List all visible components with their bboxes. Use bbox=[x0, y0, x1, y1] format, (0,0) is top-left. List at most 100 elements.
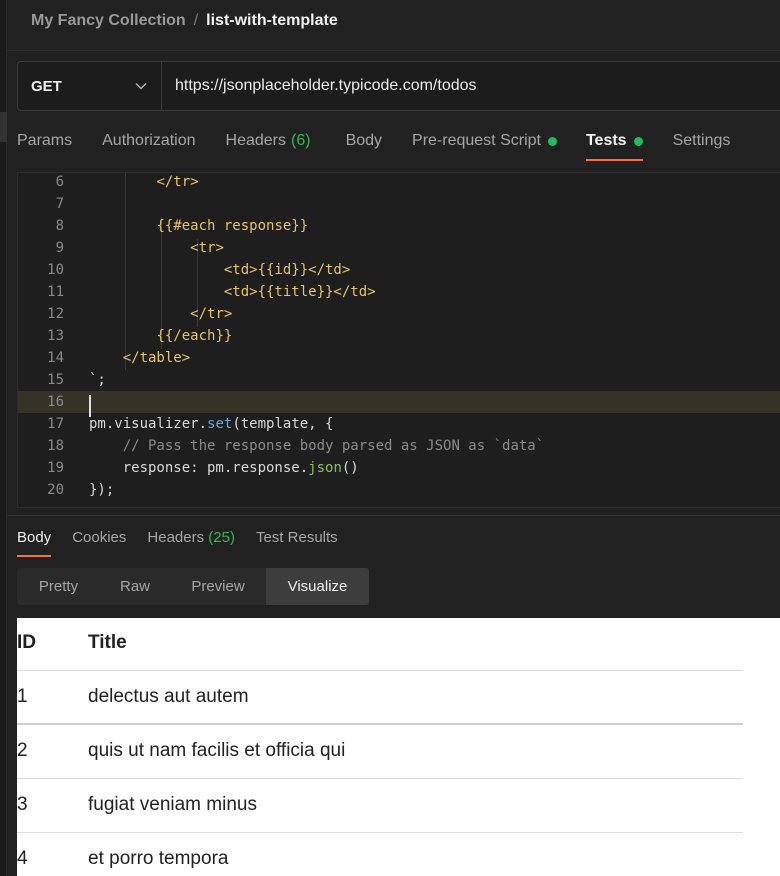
sidebar-edge bbox=[0, 0, 7, 876]
status-dot-icon bbox=[633, 137, 643, 146]
code-line: 9 <tr> bbox=[18, 237, 780, 259]
tab-label: Authorization bbox=[102, 132, 196, 149]
column-header-id: ID bbox=[17, 632, 36, 653]
headers-count: (6) bbox=[291, 132, 311, 149]
tab-tests[interactable]: Tests bbox=[585, 122, 643, 162]
line-number: 16 bbox=[47, 394, 64, 410]
line-number: 14 bbox=[47, 350, 64, 366]
code-line: 17 pm.visualizer.set(template, { bbox=[18, 413, 780, 435]
line-number: 10 bbox=[47, 262, 64, 278]
code-text: <td>{{id}}</td> bbox=[223, 262, 351, 278]
table-row: 2 quis ut nam facilis et officia qui bbox=[17, 725, 743, 779]
tab-label: Params bbox=[17, 132, 73, 149]
line-number: 7 bbox=[55, 196, 64, 212]
response-tab-cookies[interactable]: Cookies bbox=[72, 527, 126, 559]
line-number: 20 bbox=[47, 482, 64, 498]
sidebar-marker bbox=[0, 112, 7, 142]
line-number: 19 bbox=[47, 460, 64, 476]
view-mode-label: Pretty bbox=[38, 578, 79, 595]
tab-authorization[interactable]: Authorization bbox=[102, 122, 195, 162]
visualizer-output: ID Title 1 delectus aut autem 2 quis ut … bbox=[17, 618, 780, 876]
tab-body[interactable]: Body bbox=[346, 122, 382, 162]
response-tabs: Body Cookies Headers (25) Test Results bbox=[17, 527, 359, 559]
line-number: 13 bbox=[47, 328, 64, 344]
tests-code-editor[interactable]: 6 </tr> 7 8 {{#each response}} 9 <tr> 10 <td… bbox=[17, 172, 780, 508]
code-text: }); bbox=[89, 482, 115, 498]
cell-title: quis ut nam facilis et officia qui bbox=[88, 740, 346, 761]
code-line: 12 </tr> bbox=[18, 303, 780, 325]
code-line: 10 <td>{{id}}</td> bbox=[18, 259, 780, 281]
code-text: {{/each}} bbox=[156, 328, 233, 344]
tab-label: Headers bbox=[147, 529, 205, 546]
code-line: 11 <td>{{title}}</td> bbox=[18, 281, 780, 303]
view-mode-visualize[interactable]: Visualize bbox=[266, 568, 369, 605]
code-text: pm.visualizer.set(template, { bbox=[89, 416, 334, 432]
tab-label: Settings bbox=[672, 132, 731, 149]
tab-label: Body bbox=[17, 529, 52, 546]
code-text: // Pass the response body parsed as JSON… bbox=[122, 438, 545, 454]
view-mode-preview[interactable]: Preview bbox=[170, 568, 266, 605]
table-header-row: ID Title bbox=[17, 618, 743, 671]
line-number: 12 bbox=[47, 306, 64, 322]
tab-label: Test Results bbox=[255, 529, 338, 546]
response-tab-headers[interactable]: Headers (25) bbox=[147, 527, 235, 559]
code-line: 18 // Pass the response body parsed as J… bbox=[18, 435, 780, 457]
view-mode-raw[interactable]: Raw bbox=[100, 568, 170, 605]
code-text: </tr> bbox=[156, 174, 199, 190]
method-label: GET bbox=[31, 77, 62, 95]
visualized-table: ID Title 1 delectus aut autem 2 quis ut … bbox=[17, 618, 743, 876]
view-mode-label: Raw bbox=[119, 578, 150, 595]
line-number: 6 bbox=[55, 174, 64, 190]
breadcrumb-request-name[interactable]: list-with-template bbox=[206, 12, 338, 30]
code-text: <td>{{title}}</td> bbox=[223, 284, 376, 300]
table-row: 1 delectus aut autem bbox=[17, 671, 743, 725]
tab-pre-request-script[interactable]: Pre-request Script bbox=[412, 122, 557, 162]
breadcrumb-collection[interactable]: My Fancy Collection bbox=[31, 12, 186, 30]
cell-id: 2 bbox=[17, 740, 28, 761]
tab-label: Tests bbox=[585, 132, 627, 149]
line-number: 8 bbox=[55, 218, 64, 234]
tab-params[interactable]: Params bbox=[17, 122, 72, 162]
tab-label: Headers bbox=[225, 132, 286, 149]
code-line: 16 bbox=[18, 391, 780, 413]
view-mode-label: Preview bbox=[191, 578, 245, 595]
code-line: 13 {{/each}} bbox=[18, 325, 780, 347]
line-number: 15 bbox=[47, 372, 64, 388]
text-cursor bbox=[89, 395, 91, 417]
view-mode-pretty[interactable]: Pretty bbox=[17, 568, 100, 605]
cell-title: delectus aut autem bbox=[88, 686, 249, 707]
cell-title: fugiat veniam minus bbox=[88, 794, 257, 815]
chevron-down-icon bbox=[135, 82, 147, 90]
method-selector[interactable]: GET bbox=[18, 62, 162, 110]
pane-divider[interactable] bbox=[7, 515, 780, 516]
code-line: 19 response: pm.response.json() bbox=[18, 457, 780, 479]
code-text: <tr> bbox=[190, 240, 224, 256]
cell-title: et porro tempora bbox=[88, 848, 229, 869]
code-text: {{#each response}} bbox=[156, 218, 309, 234]
line-number: 17 bbox=[47, 416, 64, 432]
column-header-title: Title bbox=[88, 632, 127, 653]
response-tab-body[interactable]: Body bbox=[17, 527, 52, 559]
code-text: `; bbox=[89, 372, 106, 388]
status-dot-icon bbox=[547, 137, 557, 146]
headers-count: (25) bbox=[208, 529, 235, 546]
view-mode-label: Visualize bbox=[287, 578, 348, 595]
breadcrumb: My Fancy Collection / list-with-template bbox=[31, 11, 338, 31]
code-line: 14 </table> bbox=[18, 347, 780, 369]
view-mode-selector: Pretty Raw Preview Visualize bbox=[17, 568, 369, 605]
code-text: </table> bbox=[122, 350, 191, 366]
code-text: response: pm.response.json() bbox=[122, 460, 359, 476]
cell-id: 4 bbox=[17, 848, 28, 869]
line-number: 11 bbox=[47, 284, 64, 300]
tab-label: Body bbox=[345, 132, 383, 149]
header-divider bbox=[7, 50, 780, 51]
code-line: 15 `; bbox=[18, 369, 780, 391]
tab-settings[interactable]: Settings bbox=[673, 122, 731, 162]
code-line: 6 </tr> bbox=[18, 173, 780, 193]
url-input[interactable]: https://jsonplaceholder.typicode.com/tod… bbox=[162, 62, 477, 110]
request-tabs: Params Authorization Headers (6) Body Pre… bbox=[17, 122, 730, 162]
table-row: 3 fugiat veniam minus bbox=[17, 779, 743, 833]
line-number: 18 bbox=[47, 438, 64, 454]
response-tab-test-results[interactable]: Test Results bbox=[256, 527, 338, 559]
tab-headers[interactable]: Headers (6) bbox=[226, 122, 311, 162]
